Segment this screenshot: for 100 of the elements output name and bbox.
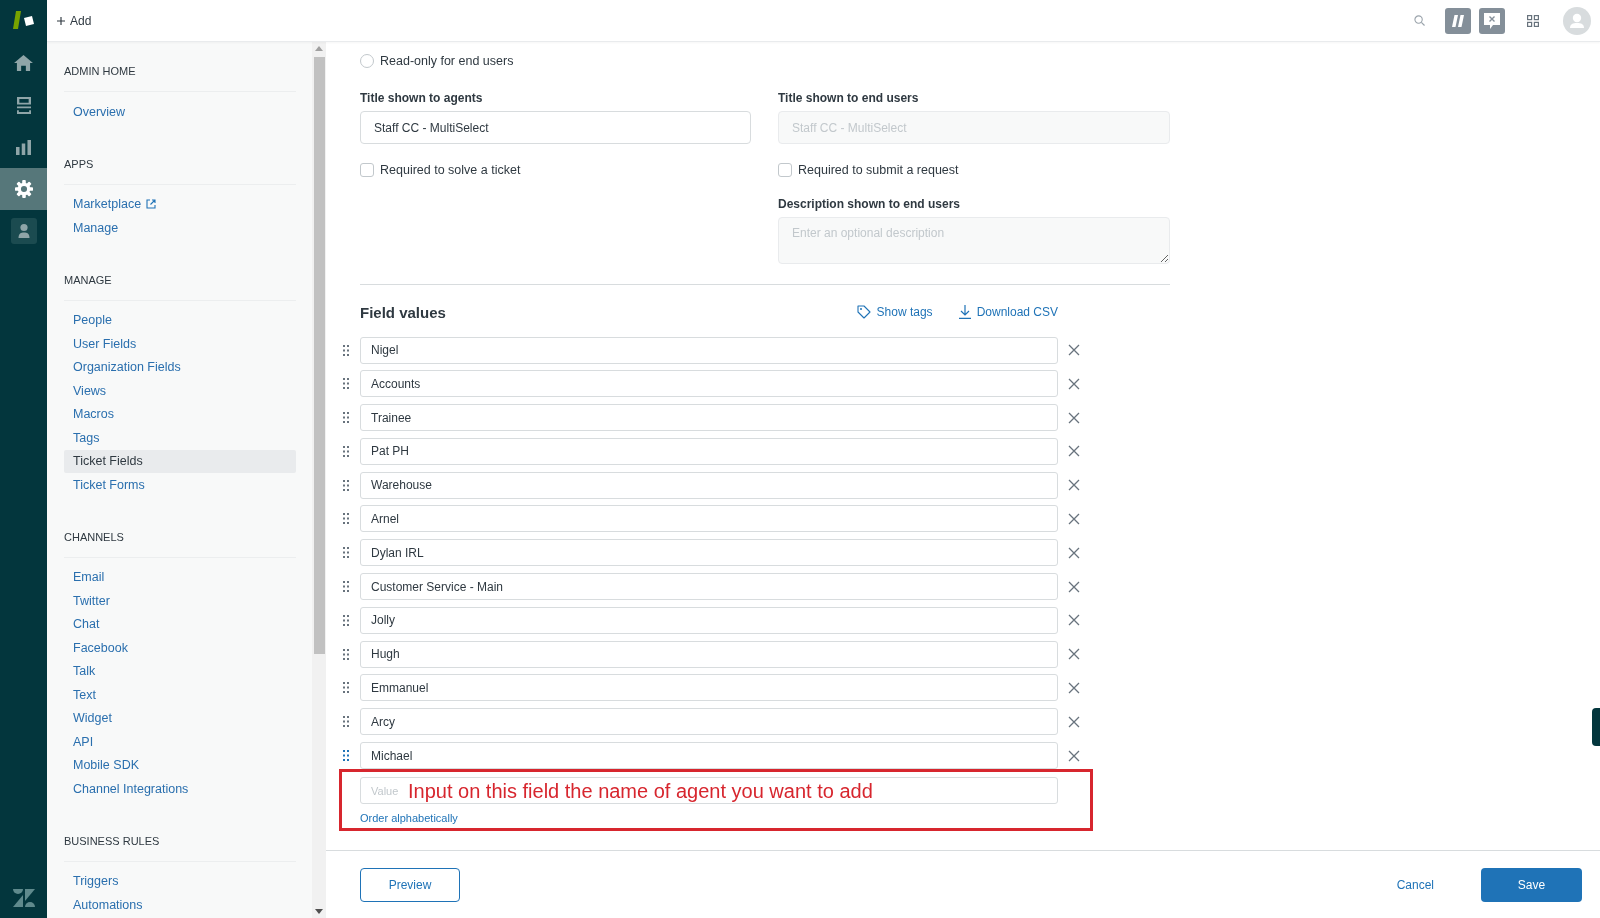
radio-label: Read-only for end users (380, 54, 514, 68)
drag-handle-icon[interactable] (343, 479, 349, 491)
scrollbar-thumb[interactable] (313, 57, 325, 654)
settings-icon (14, 180, 33, 198)
sidebar-link[interactable]: Marketplace (64, 192, 296, 216)
section-title: Field values (360, 303, 446, 321)
checkbox[interactable] (360, 163, 374, 177)
drag-handle-icon[interactable] (343, 445, 349, 457)
section-heading: CHANNELS (64, 529, 124, 544)
drag-handle-icon[interactable] (343, 547, 349, 559)
option-field[interactable]: Accounts (360, 370, 1058, 398)
option-field[interactable]: Nigel (360, 336, 1058, 364)
title-field[interactable]: Staff CC - MultiSelect (360, 111, 751, 144)
order-alphabetically-link[interactable]: Order alphabetically (360, 812, 458, 826)
preview-button[interactable]: Preview (360, 867, 460, 902)
option-field[interactable]: Trainee (360, 404, 1058, 432)
close-icon[interactable] (1068, 715, 1080, 728)
sidebar-link[interactable]: Automations (64, 893, 296, 917)
close-icon[interactable] (1068, 513, 1080, 525)
scrollbar[interactable] (312, 42, 326, 918)
sidebar-link[interactable]: Mobile SDK (64, 753, 296, 777)
option-field[interactable]: Jolly (360, 606, 1058, 634)
field-label: Description shown to end users (778, 197, 962, 211)
sidebar-link[interactable]: Channel Integrations (64, 777, 296, 801)
sidebar-link[interactable]: Email (64, 565, 296, 589)
annotation-text: Input on this field the name of agent you want to add (408, 778, 873, 803)
sidebar-link[interactable]: User Fields (64, 332, 296, 356)
sidebar-link[interactable]: Views (64, 379, 296, 403)
drag-handle-icon[interactable] (343, 344, 349, 356)
option-field[interactable]: Warehouse (360, 471, 1058, 499)
sidebar-link[interactable]: Triggers (64, 869, 296, 893)
drag-handle-icon[interactable] (343, 378, 349, 390)
download-icon (958, 305, 971, 319)
field-label: Title shown to end users (778, 91, 920, 105)
section-heading: ADMIN HOME (64, 64, 136, 78)
close-icon[interactable] (1068, 681, 1080, 694)
option-field[interactable]: Hugh (360, 640, 1058, 668)
close-icon[interactable] (1068, 614, 1080, 627)
option-field[interactable]: Pat PH (360, 437, 1058, 465)
sidebar-link[interactable]: Ticket Forms (64, 473, 296, 497)
drag-handle-icon[interactable] (343, 614, 349, 626)
speech-bubble-icon[interactable] (1479, 7, 1505, 34)
sidebar-link[interactable]: Overview (64, 100, 296, 124)
drag-handle-icon[interactable] (343, 581, 349, 593)
drag-handle-icon[interactable] (343, 716, 349, 728)
option-field[interactable]: Customer Service - Main (360, 573, 1058, 601)
cancel-button[interactable]: Cancel (1388, 867, 1442, 902)
option-field[interactable]: Arcy (360, 708, 1058, 736)
logo-icon[interactable] (12, 11, 35, 29)
save-button[interactable]: Save (1481, 867, 1582, 902)
close-icon[interactable] (1068, 648, 1080, 661)
bar-chart-icon (16, 139, 31, 155)
close-icon[interactable] (1068, 344, 1080, 356)
drag-handle-icon[interactable] (343, 750, 349, 762)
home-icon (14, 55, 33, 71)
sidebar-link[interactable]: People (64, 308, 296, 332)
close-icon[interactable] (1068, 445, 1080, 458)
action-link[interactable]: Download CSV (958, 305, 1058, 319)
option-field[interactable]: Emmanuel (360, 674, 1058, 702)
action-link[interactable]: Show tags (856, 305, 933, 319)
close-icon[interactable] (1068, 377, 1080, 390)
sidebar-link[interactable]: Widget (64, 706, 296, 730)
option-field[interactable]: Arnel (360, 505, 1058, 533)
drag-handle-icon[interactable] (343, 648, 349, 660)
close-icon[interactable] (1068, 411, 1080, 424)
sidebar-link[interactable]: Tags (64, 426, 296, 450)
tag-icon (856, 305, 871, 319)
sidebar-link[interactable]: Ticket Fields (64, 449, 296, 473)
drag-handle-icon[interactable] (343, 412, 349, 424)
checkbox-label: Required to submit a request (798, 163, 959, 177)
sidebar-link[interactable]: Organization Fields (64, 355, 296, 379)
sidebar-link[interactable]: Twitter (64, 589, 296, 613)
nav-rail-button[interactable] (0, 168, 47, 210)
sidebar-link[interactable]: Chat (64, 612, 296, 636)
checkbox-label: Required to solve a ticket (380, 163, 521, 177)
search-icon[interactable] (1414, 15, 1425, 26)
option-field[interactable]: Dylan IRL (360, 539, 1058, 567)
sidebar-link[interactable]: Text (64, 683, 296, 707)
drag-handle-icon[interactable] (343, 682, 349, 694)
slashes-icon[interactable] (1445, 7, 1471, 34)
sidebar-link[interactable]: Macros (64, 402, 296, 426)
scroll-down-icon[interactable] (315, 909, 323, 914)
sidebar-link[interactable]: Talk (64, 659, 296, 683)
sidebar-link[interactable]: Facebook (64, 636, 296, 660)
new-value-field[interactable]: Value (361, 778, 408, 804)
add-button[interactable]: Add (57, 13, 92, 28)
close-icon[interactable] (1068, 546, 1080, 559)
section-heading: MANAGE (64, 272, 112, 287)
radio-button[interactable] (360, 54, 374, 68)
grid-icon[interactable] (1527, 14, 1539, 27)
checkbox[interactable] (778, 163, 792, 177)
close-icon[interactable] (1068, 479, 1080, 492)
sidebar-link[interactable]: Manage (64, 216, 296, 240)
option-field[interactable]: Michael (360, 742, 1058, 770)
plus-icon (57, 16, 65, 25)
close-icon[interactable] (1068, 749, 1080, 762)
stack-icon (16, 96, 31, 114)
drag-handle-icon[interactable] (343, 513, 349, 525)
sidebar-link[interactable]: API (64, 730, 296, 754)
close-icon[interactable] (1068, 580, 1080, 593)
